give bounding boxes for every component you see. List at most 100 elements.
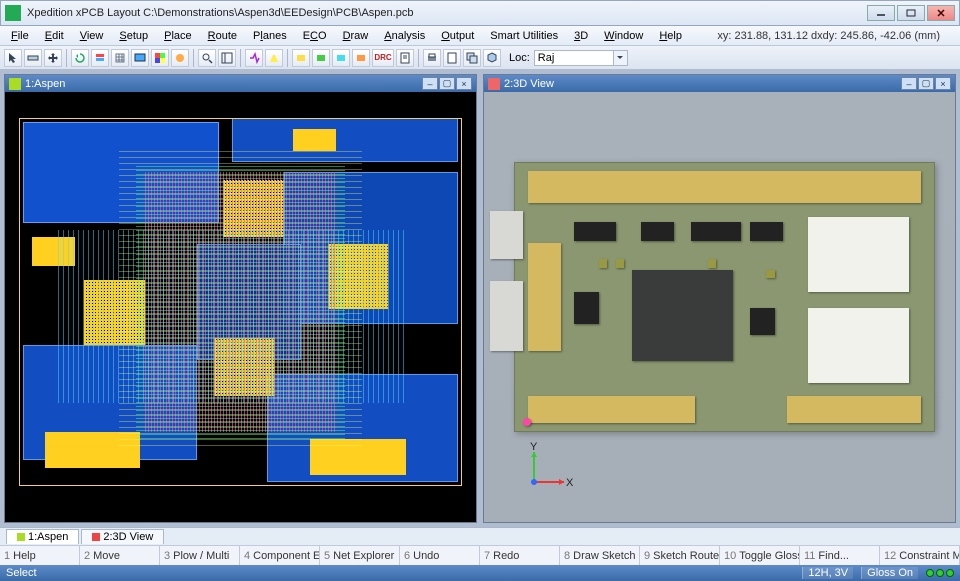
- location-dropdown-icon[interactable]: [614, 50, 628, 66]
- refresh-icon[interactable]: [71, 49, 89, 67]
- menu-window[interactable]: Window: [597, 28, 650, 44]
- location-label: Loc:: [509, 52, 530, 64]
- menu-eco[interactable]: ECO: [296, 28, 334, 44]
- axis-indicator-icon: X Y: [524, 442, 574, 492]
- status-mode: Select: [6, 567, 37, 579]
- menu-3d[interactable]: 3D: [567, 28, 595, 44]
- status-light-icon: [936, 569, 944, 577]
- menu-output[interactable]: Output: [434, 28, 481, 44]
- move-icon[interactable]: [44, 49, 62, 67]
- pane-minimize-button[interactable]: –: [901, 77, 917, 90]
- status-lights: [926, 569, 954, 577]
- window-title: Xpedition xPCB Layout C:\Demonstrations\…: [27, 7, 867, 19]
- layers-icon[interactable]: [91, 49, 109, 67]
- menu-smart-utilities[interactable]: Smart Utilities: [483, 28, 565, 44]
- drc-icon[interactable]: DRC: [372, 49, 394, 67]
- tab-color-swatch: [92, 533, 100, 541]
- fn-constraint-manager[interactable]: 12Constraint Manager: [880, 546, 960, 565]
- menu-setup[interactable]: Setup: [112, 28, 155, 44]
- status-routing-mode: 12H, 3V: [802, 567, 853, 579]
- status-gloss: Gloss On: [861, 567, 918, 579]
- menu-place[interactable]: Place: [157, 28, 199, 44]
- menu-file[interactable]: File: [4, 28, 36, 44]
- rect-green-icon[interactable]: [312, 49, 330, 67]
- app-icon: [5, 5, 21, 21]
- toolbar-separator: [240, 49, 241, 67]
- menu-bar: File Edit View Setup Place Route Planes …: [0, 26, 960, 46]
- toolbar-separator: [418, 49, 419, 67]
- pane-3d-title: 2:3D View: [504, 78, 554, 90]
- rect-yellow-icon[interactable]: [292, 49, 310, 67]
- pane-close-button[interactable]: ×: [456, 77, 472, 90]
- pcb-3d-canvas[interactable]: X Y: [484, 92, 955, 522]
- pane-3d-titlebar[interactable]: 2:3D View – ▢ ×: [484, 75, 955, 92]
- pane-2d-title: 1:Aspen: [25, 78, 65, 90]
- fn-redo[interactable]: 7Redo: [480, 546, 560, 565]
- pane-minimize-button[interactable]: –: [422, 77, 438, 90]
- cursor-coordinates: xy: 231.88, 131.12 dxdy: 245.86, -42.06 …: [701, 30, 956, 42]
- pane-maximize-button[interactable]: ▢: [439, 77, 455, 90]
- pane-3d: 2:3D View – ▢ ×: [483, 74, 956, 523]
- toolbar-separator: [287, 49, 288, 67]
- window-minimize-button[interactable]: [867, 5, 895, 21]
- window-titlebar: Xpedition xPCB Layout C:\Demonstrations\…: [0, 0, 960, 26]
- fn-plow[interactable]: 3Plow / Multi: [160, 546, 240, 565]
- svg-text:Y: Y: [530, 442, 538, 453]
- menu-draw[interactable]: Draw: [336, 28, 376, 44]
- display-icon[interactable]: [131, 49, 149, 67]
- window-close-button[interactable]: [927, 5, 955, 21]
- rect-cyan-icon[interactable]: [332, 49, 350, 67]
- menu-help[interactable]: Help: [652, 28, 689, 44]
- net-toggle-icon[interactable]: [245, 49, 263, 67]
- fn-undo[interactable]: 6Undo: [400, 546, 480, 565]
- rules-icon[interactable]: [396, 49, 414, 67]
- fn-find[interactable]: 11Find...: [800, 546, 880, 565]
- main-toolbar: DRC Loc:: [0, 46, 960, 70]
- panel-icon[interactable]: [218, 49, 236, 67]
- status-light-icon: [946, 569, 954, 577]
- fn-sketch-route[interactable]: 9Sketch Route: [640, 546, 720, 565]
- zoom-icon[interactable]: [198, 49, 216, 67]
- pane-icon: [9, 78, 21, 90]
- menu-edit[interactable]: Edit: [38, 28, 71, 44]
- view-tab-bar: 1:Aspen 2:3D View: [0, 527, 960, 545]
- workspace: 1:Aspen – ▢ ×: [0, 70, 960, 527]
- fn-net-explorer[interactable]: 5Net Explorer: [320, 546, 400, 565]
- scheme-icon[interactable]: [171, 49, 189, 67]
- view3d-icon[interactable]: [483, 49, 501, 67]
- grid-icon[interactable]: [111, 49, 129, 67]
- view-tab-3dview[interactable]: 2:3D View: [81, 529, 164, 544]
- menu-analysis[interactable]: Analysis: [377, 28, 432, 44]
- fn-draw-sketch[interactable]: 8Draw Sketch: [560, 546, 640, 565]
- fn-toggle-gloss[interactable]: 10Toggle Gloss: [720, 546, 800, 565]
- toolbar-separator: [66, 49, 67, 67]
- toolbar-separator: [193, 49, 194, 67]
- status-light-icon: [926, 569, 934, 577]
- rect-orange-icon[interactable]: [352, 49, 370, 67]
- color-icon[interactable]: [151, 49, 169, 67]
- report-icon[interactable]: [443, 49, 461, 67]
- tab-color-swatch: [17, 533, 25, 541]
- svg-text:X: X: [566, 477, 574, 489]
- window-icon[interactable]: [463, 49, 481, 67]
- location-input[interactable]: [534, 50, 614, 66]
- highlight-icon[interactable]: [265, 49, 283, 67]
- view-tab-label: 1:Aspen: [28, 531, 68, 543]
- print-icon[interactable]: [423, 49, 441, 67]
- pane-2d-titlebar[interactable]: 1:Aspen – ▢ ×: [5, 75, 476, 92]
- pane-maximize-button[interactable]: ▢: [918, 77, 934, 90]
- menu-planes[interactable]: Planes: [246, 28, 294, 44]
- function-key-bar: 1Help 2Move 3Plow / Multi 4Component Exp…: [0, 545, 960, 565]
- menu-view[interactable]: View: [73, 28, 111, 44]
- window-maximize-button[interactable]: [897, 5, 925, 21]
- ruler-icon[interactable]: [24, 49, 42, 67]
- cursor-icon[interactable]: [4, 49, 22, 67]
- fn-move[interactable]: 2Move: [80, 546, 160, 565]
- fn-help[interactable]: 1Help: [0, 546, 80, 565]
- view-tab-aspen[interactable]: 1:Aspen: [6, 529, 79, 544]
- menu-route[interactable]: Route: [201, 28, 244, 44]
- pane-icon: [488, 78, 500, 90]
- pane-close-button[interactable]: ×: [935, 77, 951, 90]
- fn-component-explorer[interactable]: 4Component Explorer: [240, 546, 320, 565]
- pcb-2d-canvas[interactable]: [5, 92, 476, 522]
